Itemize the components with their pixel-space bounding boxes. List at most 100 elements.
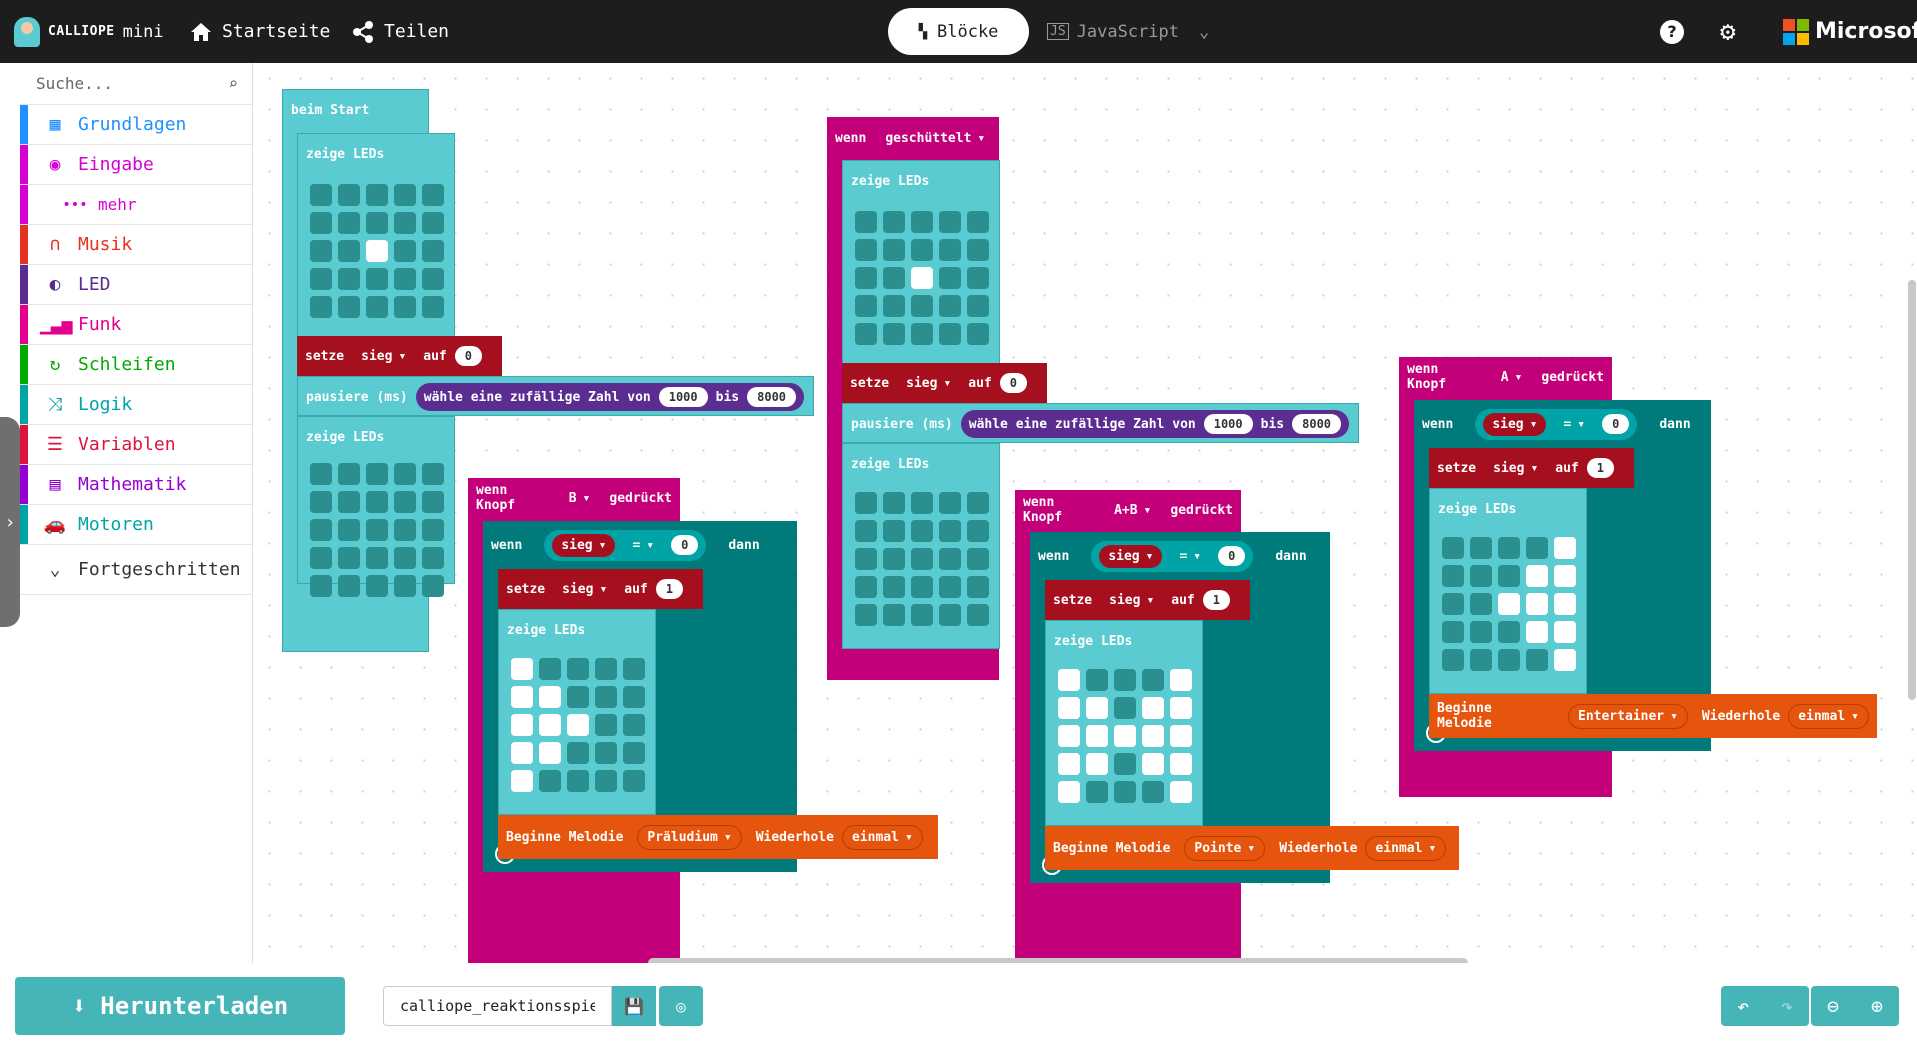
led-cell[interactable] xyxy=(1058,753,1080,775)
led-cell[interactable] xyxy=(911,520,933,542)
led-cell[interactable] xyxy=(539,658,561,680)
led-cell[interactable] xyxy=(1086,725,1108,747)
led-cell[interactable] xyxy=(1526,621,1548,643)
compare-block[interactable]: sieg ▾ = ▾ 0 xyxy=(1091,540,1254,572)
led-cell[interactable] xyxy=(1170,669,1192,691)
led-cell[interactable] xyxy=(883,576,905,598)
led-cell[interactable] xyxy=(422,184,444,206)
led-cell[interactable] xyxy=(1470,565,1492,587)
zoom-in-button[interactable]: ⊕ xyxy=(1855,986,1899,1026)
value-input[interactable]: 0 xyxy=(999,373,1027,393)
led-cell[interactable] xyxy=(1114,669,1136,691)
show-leds-block[interactable]: zeige LEDs xyxy=(1429,488,1587,694)
category-grundlagen[interactable]: ▦ Grundlagen xyxy=(20,105,252,145)
led-cell[interactable] xyxy=(1142,725,1164,747)
led-cell[interactable] xyxy=(338,575,360,597)
led-cell[interactable] xyxy=(394,463,416,485)
led-cell[interactable] xyxy=(623,714,645,736)
value-input[interactable]: 1 xyxy=(1586,458,1614,478)
led-cell[interactable] xyxy=(310,184,332,206)
set-variable-block[interactable]: setze sieg ▾ auf 1 xyxy=(1429,448,1634,488)
led-cell[interactable] xyxy=(422,519,444,541)
led-cell[interactable] xyxy=(338,296,360,318)
led-cell[interactable] xyxy=(883,267,905,289)
led-cell[interactable] xyxy=(394,212,416,234)
led-cell[interactable] xyxy=(310,212,332,234)
led-cell[interactable] xyxy=(1498,537,1520,559)
led-cell[interactable] xyxy=(967,604,989,626)
random-to-input[interactable]: 8000 xyxy=(747,387,797,407)
led-cell[interactable] xyxy=(310,547,332,569)
repeat-dropdown[interactable]: einmal ▾ xyxy=(1788,703,1869,729)
repeat-dropdown[interactable]: einmal ▾ xyxy=(841,824,923,850)
led-cell[interactable] xyxy=(939,211,961,233)
led-cell[interactable] xyxy=(1470,649,1492,671)
led-cell[interactable] xyxy=(1442,537,1464,559)
led-cell[interactable] xyxy=(1498,565,1520,587)
led-cell[interactable] xyxy=(511,658,533,680)
led-cell[interactable] xyxy=(1086,753,1108,775)
melody-dropdown[interactable]: Präludium ▾ xyxy=(637,824,742,850)
value-input[interactable]: 1 xyxy=(1202,590,1230,610)
led-cell[interactable] xyxy=(1114,753,1136,775)
led-cell[interactable] xyxy=(511,686,533,708)
category-led[interactable]: ◐ LED xyxy=(20,265,252,305)
led-cell[interactable] xyxy=(1086,669,1108,691)
play-melody-block[interactable]: Beginne Melodie Präludium ▾ Wiederhole ei… xyxy=(498,815,938,859)
led-cell[interactable] xyxy=(422,547,444,569)
led-cell[interactable] xyxy=(1142,697,1164,719)
led-cell[interactable] xyxy=(1058,669,1080,691)
led-cell[interactable] xyxy=(939,323,961,345)
led-cell[interactable] xyxy=(1442,565,1464,587)
settings-button[interactable]: ⚙ xyxy=(1720,0,1736,63)
led-cell[interactable] xyxy=(539,742,561,764)
show-leds-block[interactable]: zeige LEDs xyxy=(297,133,455,339)
calliope-logo[interactable]: CALLIOPE mini xyxy=(14,0,164,63)
led-cell[interactable] xyxy=(939,520,961,542)
vertical-scrollbar[interactable] xyxy=(1908,280,1916,700)
play-melody-block[interactable]: Beginne Melodie Entertainer ▾ Wiederhole … xyxy=(1429,694,1877,738)
led-cell[interactable] xyxy=(567,714,589,736)
led-cell[interactable] xyxy=(422,268,444,290)
led-cell[interactable] xyxy=(366,296,388,318)
category-motoren[interactable]: 🚗 Motoren xyxy=(20,505,252,545)
download-button[interactable]: ⬇ Herunterladen xyxy=(15,977,345,1035)
led-cell[interactable] xyxy=(310,296,332,318)
led-cell[interactable] xyxy=(567,658,589,680)
led-cell[interactable] xyxy=(855,604,877,626)
compare-value-input[interactable]: 0 xyxy=(1602,414,1630,434)
led-cell[interactable] xyxy=(1058,781,1080,803)
javascript-tab[interactable]: JS JavaScript ⌄ xyxy=(1047,22,1209,42)
led-cell[interactable] xyxy=(595,686,617,708)
pause-block[interactable]: pausiere (ms) wähle eine zufällige Zahl … xyxy=(297,376,814,416)
led-cell[interactable] xyxy=(939,295,961,317)
led-grid[interactable] xyxy=(310,184,444,318)
toolbox-search[interactable]: Suche... ⌕ xyxy=(20,63,252,105)
set-variable-block[interactable]: setze sieg ▾ auf 0 xyxy=(842,363,1047,403)
led-cell[interactable] xyxy=(911,211,933,233)
led-cell[interactable] xyxy=(939,492,961,514)
category-eingabe[interactable]: ◉ Eingabe xyxy=(20,145,252,185)
button-dropdown[interactable]: A ▾ xyxy=(1492,366,1532,389)
led-cell[interactable] xyxy=(1470,621,1492,643)
led-cell[interactable] xyxy=(1142,669,1164,691)
led-cell[interactable] xyxy=(1498,649,1520,671)
melody-dropdown[interactable]: Entertainer ▾ xyxy=(1568,703,1688,729)
led-grid[interactable] xyxy=(855,492,989,626)
chevron-down-icon[interactable]: ⌄ xyxy=(1199,22,1209,42)
led-cell[interactable] xyxy=(338,240,360,262)
led-cell[interactable] xyxy=(623,686,645,708)
led-cell[interactable] xyxy=(911,604,933,626)
blocks-tab[interactable]: ▚ Blöcke xyxy=(888,8,1029,55)
led-cell[interactable] xyxy=(422,491,444,513)
toolbox-collapse-tab[interactable]: › xyxy=(0,417,20,627)
led-cell[interactable] xyxy=(967,576,989,598)
redo-button[interactable]: ↷ xyxy=(1765,986,1809,1026)
led-cell[interactable] xyxy=(1554,593,1576,615)
led-cell[interactable] xyxy=(1442,649,1464,671)
operator-dropdown[interactable]: = ▾ xyxy=(1170,545,1210,568)
led-cell[interactable] xyxy=(855,239,877,261)
compare-value-input[interactable]: 0 xyxy=(1218,546,1246,566)
led-cell[interactable] xyxy=(939,604,961,626)
led-cell[interactable] xyxy=(1170,781,1192,803)
